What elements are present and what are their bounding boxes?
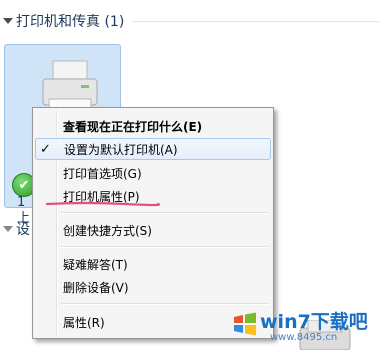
site-watermark: win7下载吧 www.8495.cn <box>230 305 380 347</box>
group-title: 打印机和传真 (1) <box>16 14 125 30</box>
menu-item-label: 查看现在正在打印什么(E) <box>63 119 203 134</box>
check-icon: ✓ <box>40 141 51 157</box>
chevron-down-icon[interactable] <box>3 18 13 24</box>
menu-item-label: 设置为默认打印机(A) <box>64 142 178 157</box>
group-divider <box>132 20 379 22</box>
watermark-url: www.8495.cn <box>270 332 338 343</box>
menu-item-set-default[interactable]: ✓ 设置为默认打印机(A) <box>35 138 271 160</box>
menu-item-label: 打印首选项(G) <box>63 166 142 181</box>
menu-item-label: 属性(R) <box>63 315 105 330</box>
menu-item-print-preferences[interactable]: 打印首选项(G) <box>35 162 271 184</box>
menu-item-create-shortcut[interactable]: 创建快捷方式(S) <box>35 219 271 241</box>
menu-separator <box>61 212 269 214</box>
group-title-devices: 设 <box>16 222 30 238</box>
group-header-printers[interactable]: 打印机和传真 (1) <box>0 10 383 32</box>
menu-item-label: 疑难解答(T) <box>63 257 128 272</box>
menu-item-label: 创建快捷方式(S) <box>63 223 152 238</box>
windows-logo-icon <box>234 312 256 336</box>
menu-item-troubleshoot[interactable]: 疑难解答(T) <box>35 253 271 275</box>
chevron-down-icon[interactable] <box>3 226 13 232</box>
menu-item-see-printing[interactable]: 查看现在正在打印什么(E) <box>35 115 271 137</box>
printer-name-line1: 1 <box>17 195 26 210</box>
annotation-underline <box>45 201 160 207</box>
menu-item-remove-device[interactable]: 删除设备(V) <box>35 276 271 298</box>
watermark-brand: win7下载吧 <box>260 311 368 333</box>
menu-item-label: 删除设备(V) <box>63 280 129 295</box>
group-header-devices[interactable]: 设 <box>0 219 32 239</box>
menu-separator <box>61 246 269 248</box>
